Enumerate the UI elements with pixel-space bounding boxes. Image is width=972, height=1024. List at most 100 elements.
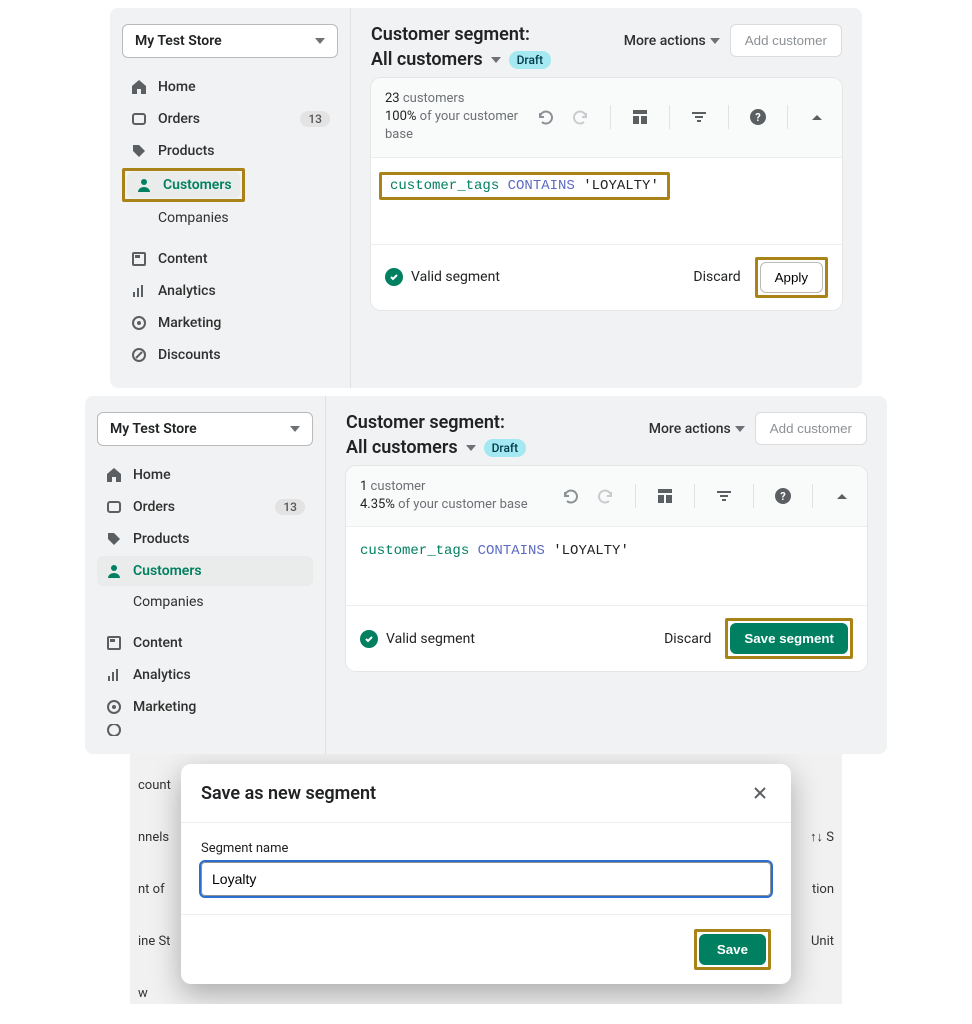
nav-customers[interactable]: Customers [97, 556, 313, 586]
nav-customers-highlight: Customers [122, 168, 338, 202]
panel-apply-step: My Test Store Home Orders 13 Products Cu… [110, 8, 862, 388]
main-content: Customer segment: All customers Draft Mo… [350, 8, 862, 388]
store-selector[interactable]: My Test Store [122, 24, 338, 58]
close-icon[interactable] [749, 782, 771, 804]
marketing-icon [130, 314, 148, 332]
template-icon[interactable] [629, 106, 651, 128]
discounts-icon [130, 346, 148, 364]
discard-button[interactable]: Discard [664, 631, 711, 647]
nav-marketing[interactable]: Marketing [122, 308, 338, 338]
store-name: My Test Store [110, 421, 197, 437]
page-title: Customer segment: [346, 412, 526, 433]
nav-companies[interactable]: Companies [97, 588, 313, 616]
nav-content[interactable]: Content [97, 628, 313, 658]
segment-name-input[interactable] [201, 862, 771, 896]
query-operator: CONTAINS [469, 543, 553, 559]
nav-marketing[interactable]: Marketing [97, 692, 313, 722]
orders-badge: 13 [300, 111, 330, 127]
more-actions-menu[interactable]: More actions [649, 421, 745, 437]
nav-orders[interactable]: Orders 13 [122, 104, 338, 134]
apply-button[interactable]: Apply [760, 262, 823, 293]
chevron-down-icon[interactable] [466, 445, 476, 451]
filter-icon[interactable] [713, 485, 735, 507]
discounts-icon [105, 724, 123, 736]
add-customer-button[interactable]: Add customer [730, 24, 842, 57]
chevron-down-icon [315, 38, 325, 44]
undo-icon[interactable] [559, 485, 581, 507]
save-button-highlight: Save [694, 929, 771, 970]
chevron-down-icon[interactable] [491, 57, 501, 63]
orders-icon [130, 110, 148, 128]
customers-icon [135, 176, 153, 194]
store-name: My Test Store [135, 33, 222, 49]
segment-editor-card: 23 customers 100% of your customer base … [371, 78, 842, 310]
help-icon[interactable]: ? [772, 485, 794, 507]
chevron-down-icon [290, 426, 300, 432]
save-segment-button[interactable]: Save segment [730, 623, 848, 654]
segment-name[interactable]: All customers [371, 49, 483, 70]
sidebar: My Test Store Home Orders 13 Products Cu… [110, 8, 350, 388]
apply-button-highlight: Apply [755, 257, 828, 298]
segment-name[interactable]: All customers [346, 437, 458, 458]
nav-companies[interactable]: Companies [122, 204, 338, 232]
save-button[interactable]: Save [699, 934, 766, 965]
customers-icon [105, 562, 123, 580]
save-segment-modal: Save as new segment Segment name Save [181, 764, 791, 984]
page-title: Customer segment: [371, 24, 551, 45]
valid-segment-text: Valid segment [386, 631, 664, 647]
sidebar: My Test Store Home Orders 13 Products Cu… [85, 396, 325, 754]
valid-segment-text: Valid segment [411, 269, 693, 285]
add-customer-button[interactable]: Add customer [755, 412, 867, 445]
filter-icon[interactable] [688, 106, 710, 128]
content-icon [105, 634, 123, 652]
modal-title: Save as new segment [201, 783, 376, 804]
nav-analytics[interactable]: Analytics [122, 276, 338, 306]
nav-home[interactable]: Home [122, 72, 338, 102]
nav-products[interactable]: Products [122, 136, 338, 166]
segment-name-label: Segment name [201, 841, 771, 856]
nav-home[interactable]: Home [97, 460, 313, 490]
chevron-down-icon [735, 426, 745, 432]
main-content: Customer segment: All customers Draft Mo… [325, 396, 887, 754]
nav-discounts[interactable]: Discounts [122, 340, 338, 370]
query-value: 'LOYALTY' [583, 178, 659, 194]
more-actions-menu[interactable]: More actions [624, 33, 720, 49]
chevron-down-icon [710, 38, 720, 44]
nav-discounts-partial[interactable] [97, 724, 313, 736]
discard-button[interactable]: Discard [693, 269, 740, 285]
segment-query-editor[interactable]: customer_tags CONTAINS 'LOYALTY' [371, 158, 842, 244]
svg-text:?: ? [755, 111, 761, 124]
analytics-icon [130, 282, 148, 300]
panel-save-step: My Test Store Home Orders 13 Products Cu… [85, 396, 887, 754]
nav-orders[interactable]: Orders 13 [97, 492, 313, 522]
template-icon[interactable] [654, 485, 676, 507]
analytics-icon [105, 666, 123, 684]
orders-icon [105, 498, 123, 516]
home-icon [105, 466, 123, 484]
segment-query-editor[interactable]: customer_tags CONTAINS 'LOYALTY' [346, 527, 867, 605]
query-value: 'LOYALTY' [553, 543, 629, 559]
draft-badge: Draft [509, 51, 552, 69]
nav-analytics[interactable]: Analytics [97, 660, 313, 690]
home-icon [130, 78, 148, 96]
help-icon[interactable]: ? [747, 106, 769, 128]
nav-content[interactable]: Content [122, 244, 338, 274]
segment-stats: 1 customer 4.35% of your customer base [360, 478, 551, 514]
modal-backdrop: count nnels↑↓ S nt oftion ine StUnit w S… [130, 754, 842, 1004]
orders-badge: 13 [275, 499, 305, 515]
segment-stats: 23 customers 100% of your customer base [385, 90, 526, 145]
nav-customers[interactable]: Customers [127, 172, 240, 198]
store-selector[interactable]: My Test Store [97, 412, 313, 446]
save-segment-highlight: Save segment [725, 618, 853, 659]
draft-badge: Draft [484, 439, 527, 457]
collapse-icon[interactable] [831, 485, 853, 507]
redo-icon[interactable] [570, 106, 592, 128]
redo-icon[interactable] [595, 485, 617, 507]
marketing-icon [105, 698, 123, 716]
products-icon [130, 142, 148, 160]
collapse-icon[interactable] [806, 106, 828, 128]
nav-products[interactable]: Products [97, 524, 313, 554]
svg-text:?: ? [780, 490, 786, 503]
products-icon [105, 530, 123, 548]
undo-icon[interactable] [534, 106, 556, 128]
